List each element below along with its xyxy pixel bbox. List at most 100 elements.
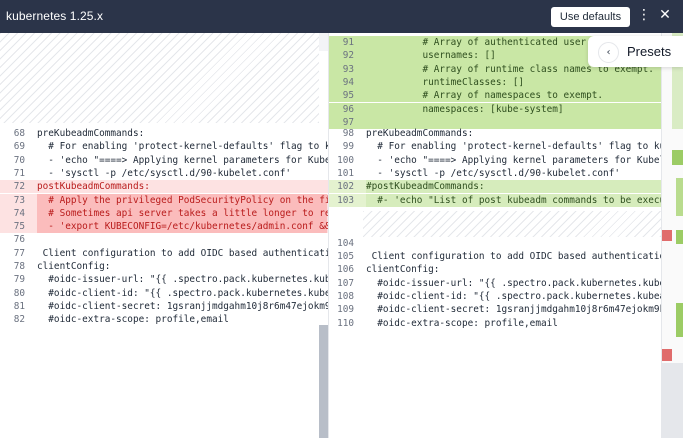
line-number: 98 bbox=[342, 128, 354, 139]
code-line[interactable]: 105 Client configuration to add OIDC bas… bbox=[329, 250, 662, 263]
line-text: Client configuration to add OIDC based a… bbox=[366, 251, 662, 263]
code-line[interactable]: 99 # For enabling 'protect-kernel-defaul… bbox=[329, 140, 662, 153]
editor-title: kubernetes 1.25.x bbox=[6, 9, 104, 23]
code-line[interactable]: 69 # For enabling 'protect-kernel-defaul… bbox=[0, 140, 328, 153]
diff-minimap[interactable] bbox=[661, 33, 683, 438]
line-number: 102 bbox=[337, 181, 354, 193]
code-line[interactable]: 110 #oidc-extra-scope: profile,email bbox=[329, 317, 662, 330]
line-number: 79 bbox=[13, 274, 25, 286]
line-text: #- 'echo "List of post kubeadm commands … bbox=[366, 194, 662, 206]
line-text: - 'sysctl -p /etc/sysctl.d/90-kubelet.co… bbox=[37, 167, 291, 179]
line-text: #oidc-extra-scope: profile,email bbox=[366, 317, 558, 329]
line-text: Client configuration to add OIDC based a… bbox=[37, 247, 328, 259]
line-number: 110 bbox=[337, 317, 354, 329]
line-number: 107 bbox=[337, 277, 354, 289]
line-text: runtimeClasses: [] bbox=[366, 76, 525, 88]
line-number: 94 bbox=[342, 76, 354, 88]
code-line[interactable]: 70 - 'echo "====> Applying kernel parame… bbox=[0, 154, 328, 167]
line-text: preKubeadmCommands: bbox=[37, 128, 145, 139]
line-text: #oidc-client-id: "{{ .spectro.pack.kuber… bbox=[37, 287, 328, 299]
line-number: 92 bbox=[342, 50, 354, 62]
line-text: postKubeadmCommands: bbox=[37, 181, 150, 193]
line-text: # Apply the privileged PodSecurityPolicy… bbox=[37, 194, 328, 206]
line-number: 100 bbox=[337, 154, 354, 166]
line-text: # Array of namespaces to exempt. bbox=[366, 90, 604, 102]
line-text: namespaces: [kube-system] bbox=[366, 103, 564, 115]
line-number: 108 bbox=[337, 290, 354, 302]
code-line[interactable]: 94 runtimeClasses: [] bbox=[329, 75, 662, 90]
code-line[interactable]: 102 #postKubeadmCommands: bbox=[329, 180, 662, 194]
use-defaults-button[interactable]: Use defaults bbox=[551, 7, 630, 27]
minimap-added-marker bbox=[676, 230, 683, 244]
line-number: 96 bbox=[342, 103, 354, 115]
line-number: 101 bbox=[337, 167, 354, 179]
minimap-deleted-marker bbox=[662, 230, 672, 241]
line-text: #oidc-client-id: "{{ .spectro.pack.kuber… bbox=[366, 290, 662, 302]
line-text: # Sometimes api server takes a little lo… bbox=[37, 207, 328, 219]
minimap-added-marker bbox=[672, 150, 683, 165]
chevron-left-icon[interactable]: ‹ bbox=[598, 42, 619, 63]
line-number: 80 bbox=[13, 287, 25, 299]
code-line[interactable]: 72 postKubeadmCommands: bbox=[0, 180, 328, 194]
code-line[interactable]: 107 #oidc-issuer-url: "{{ .spectro.pack.… bbox=[329, 277, 662, 290]
diff-spacer-hatch bbox=[0, 33, 319, 123]
code-line[interactable]: 80 #oidc-client-id: "{{ .spectro.pack.ku… bbox=[0, 287, 328, 300]
code-line[interactable]: 100 - 'echo "====> Applying kernel param… bbox=[329, 154, 662, 167]
code-line[interactable]: 106 clientConfig: bbox=[329, 263, 662, 276]
line-number: 105 bbox=[337, 251, 354, 263]
line-number: 103 bbox=[337, 194, 354, 206]
line-number: 81 bbox=[13, 300, 25, 312]
line-text: #oidc-client-secret: 1gsranjjmdgahm10j8r… bbox=[366, 304, 662, 316]
line-number: 73 bbox=[13, 194, 25, 206]
line-number: 104 bbox=[337, 237, 354, 249]
minimap-viewport[interactable] bbox=[662, 363, 683, 438]
editor-header: kubernetes 1.25.x Use defaults ⋮ ✕ bbox=[0, 0, 683, 33]
code-line[interactable]: 68 preKubeadmCommands: bbox=[0, 127, 328, 140]
diff-spacer-hatch-right bbox=[363, 211, 662, 237]
code-line[interactable]: 78 clientConfig: bbox=[0, 260, 328, 273]
code-line[interactable]: 96 namespaces: [kube-system] bbox=[329, 102, 662, 116]
code-line[interactable]: 73 # Apply the privileged PodSecurityPol… bbox=[0, 193, 328, 207]
code-line[interactable]: 77 Client configuration to add OIDC base… bbox=[0, 247, 328, 260]
line-number: 70 bbox=[13, 154, 25, 166]
line-number: 74 bbox=[13, 207, 25, 219]
line-text: #oidc-extra-scope: profile,email bbox=[37, 314, 229, 326]
line-text: # For enabling 'protect-kernel-defaults'… bbox=[366, 141, 662, 153]
line-text: #oidc-issuer-url: "{{ .spectro.pack.kube… bbox=[37, 274, 328, 286]
line-text: clientConfig: bbox=[366, 264, 440, 276]
presets-panel-toggle[interactable]: ‹ Presets bbox=[588, 36, 683, 67]
line-text: # Array of authenticated user bbox=[366, 37, 587, 48]
code-line[interactable]: 81 #oidc-client-secret: 1gsranjjmdgahm10… bbox=[0, 300, 328, 313]
code-line[interactable]: 104 bbox=[329, 237, 662, 250]
code-line[interactable]: 76 bbox=[0, 233, 328, 246]
code-line[interactable]: 71 - 'sysctl -p /etc/sysctl.d/90-kubelet… bbox=[0, 167, 328, 180]
code-line[interactable]: 98 preKubeadmCommands: bbox=[329, 127, 662, 140]
code-line[interactable]: 109 #oidc-client-secret: 1gsranjjmdgahm1… bbox=[329, 303, 662, 316]
presets-label: Presets bbox=[627, 44, 672, 59]
code-line[interactable]: 95 # Array of namespaces to exempt. bbox=[329, 89, 662, 103]
line-text: #postKubeadmCommands: bbox=[366, 181, 485, 193]
original-pane[interactable]: 68 preKubeadmCommands: 69 # For enabling '… bbox=[0, 33, 328, 438]
line-text: preKubeadmCommands: bbox=[366, 128, 474, 139]
close-icon[interactable]: ✕ bbox=[658, 8, 672, 22]
line-text: - 'echo "====> Applying kernel parameter… bbox=[37, 154, 328, 166]
line-number: 106 bbox=[337, 264, 354, 276]
line-number: 76 bbox=[13, 234, 25, 246]
code-line[interactable]: 79 #oidc-issuer-url: "{{ .spectro.pack.k… bbox=[0, 273, 328, 286]
line-number: 78 bbox=[13, 261, 25, 272]
line-number: 71 bbox=[13, 167, 25, 179]
line-number: 68 bbox=[13, 128, 25, 139]
code-line[interactable]: 75 - 'export KUBECONFIG=/etc/kubernetes/… bbox=[0, 220, 328, 234]
code-line[interactable]: 74 # Sometimes api server takes a little… bbox=[0, 206, 328, 221]
code-line[interactable]: 108 #oidc-client-id: "{{ .spectro.pack.k… bbox=[329, 290, 662, 303]
modified-pane[interactable]: 91 # Array of authenticated user 92 usern… bbox=[328, 33, 662, 438]
minimap-added-marker bbox=[676, 178, 683, 216]
code-line[interactable]: 103 #- 'echo "List of post kubeadm comma… bbox=[329, 193, 662, 207]
line-number: 75 bbox=[13, 221, 25, 233]
line-text: - 'echo "====> Applying kernel parameter… bbox=[366, 154, 662, 166]
diff-gutter-top bbox=[319, 33, 328, 51]
more-options-icon[interactable]: ⋮ bbox=[637, 8, 651, 22]
line-text: #oidc-issuer-url: "{{ .spectro.pack.kube… bbox=[366, 277, 662, 289]
code-line[interactable]: 101 - 'sysctl -p /etc/sysctl.d/90-kubele… bbox=[329, 167, 662, 180]
code-line[interactable]: 82 #oidc-extra-scope: profile,email bbox=[0, 313, 328, 326]
